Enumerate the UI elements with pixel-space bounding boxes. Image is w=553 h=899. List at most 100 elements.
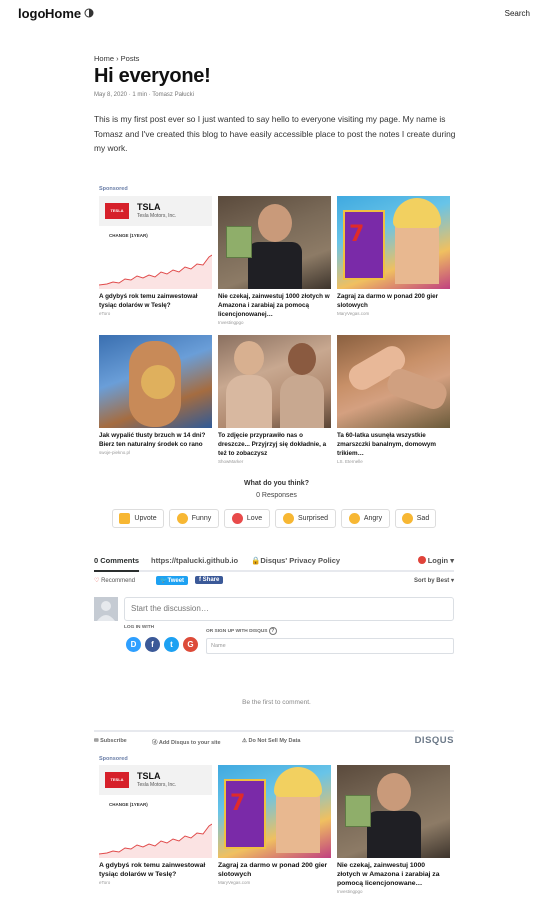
sad-face-icon xyxy=(401,513,413,524)
breadcrumb[interactable]: Home › Posts xyxy=(94,54,139,63)
site-logo[interactable]: logo xyxy=(18,6,45,21)
surprised-face-icon xyxy=(283,513,295,524)
ad-source: eToro xyxy=(99,311,111,316)
reaction-label: Angry xyxy=(363,515,383,522)
name-field[interactable]: Name xyxy=(206,638,454,654)
reaction-label: Love xyxy=(246,515,263,522)
sort-dropdown[interactable]: Sort by Best ▾ xyxy=(414,577,454,584)
signup-label: OR SIGN UP WITH DISQUS xyxy=(206,629,268,634)
nav-home-link[interactable]: Home xyxy=(45,6,81,21)
change-label: CHANGE (1YEAR) xyxy=(109,802,148,807)
ad-card[interactable]: Nie czekaj, zainwestuj 1000 złotych w Am… xyxy=(218,196,331,325)
share-button[interactable]: f Share xyxy=(195,576,224,584)
disqus-actions: ♡ Recommend 🐦Tweet f Share Sort by Best … xyxy=(94,576,454,588)
ticker-symbol: TSLA xyxy=(137,771,161,781)
ad-title[interactable]: Zagraj za darmo w ponad 200 gier slotowy… xyxy=(218,861,331,879)
stock-chart-icon xyxy=(99,823,212,858)
ad-title[interactable]: Ta 60-latka usunęła wszystkie zmarszczki… xyxy=(337,431,450,458)
top-nav: logo Home Search xyxy=(0,0,553,28)
ad-image-two-women[interactable] xyxy=(218,335,331,428)
facebook-login-icon[interactable]: f xyxy=(145,637,160,652)
login-button[interactable]: Login ▾ xyxy=(417,556,454,565)
tweet-button[interactable]: 🐦Tweet xyxy=(156,576,189,585)
ad-card[interactable]: Nie czekaj, zainwestuj 1000 złotych w Am… xyxy=(337,765,450,894)
thumbs-up-icon xyxy=(119,513,131,524)
company-name: Tesla Motors, Inc. xyxy=(137,782,177,788)
login-label: Login xyxy=(427,556,449,565)
ad-title[interactable]: A gdybyś rok temu zainwestował tysiąc do… xyxy=(99,292,212,310)
add-disqus-link[interactable]: ⓓ Add Disqus to your site xyxy=(152,738,221,746)
help-icon[interactable]: ? xyxy=(268,627,277,635)
google-login-icon[interactable]: G xyxy=(183,637,198,652)
subscribe-label: Subscribe xyxy=(100,738,127,744)
reaction-surprised[interactable]: Surprised xyxy=(275,509,336,528)
recommend-button[interactable]: ♡ Recommend xyxy=(94,577,135,584)
tesla-header: TESLA TSLA Tesla Motors, Inc. xyxy=(99,765,212,795)
user-silhouette-icon xyxy=(97,601,115,621)
reaction-sad[interactable]: Sad xyxy=(395,509,436,528)
reaction-label: Surprised xyxy=(298,515,328,522)
ad-card[interactable]: To zdjęcie przyprawiło nas o dreszcze...… xyxy=(218,335,331,464)
disqus-footer: ✉ Subscribe ⓓ Add Disqus to your site ⚠ … xyxy=(94,730,454,748)
post-meta: May 8, 2020 · 1 min · Tomasz Pałucki xyxy=(94,92,194,98)
laughing-face-icon xyxy=(176,513,188,524)
page-title: Hi everyone! xyxy=(94,65,211,87)
ad-image-slot-game[interactable]: 7 xyxy=(218,765,331,858)
company-name: Tesla Motors, Inc. xyxy=(137,213,177,219)
tesla-logo: TESLA xyxy=(105,772,129,788)
ad-source: Investingpgo xyxy=(337,889,363,894)
ad-image-tesla-chart[interactable]: TESLA TSLA Tesla Motors, Inc. CHANGE (1Y… xyxy=(99,196,212,289)
sponsored-label: Sponsored xyxy=(99,186,128,192)
ticker-symbol: TSLA xyxy=(137,202,161,212)
subscribe-link[interactable]: ✉ Subscribe xyxy=(94,738,127,744)
ad-image-man-with-cash[interactable] xyxy=(337,765,450,858)
ad-card[interactable]: Ta 60-latka usunęła wszystkie zmarszczki… xyxy=(337,335,450,464)
disqus-d-icon: ⓓ xyxy=(152,740,159,746)
tab-site[interactable]: https://tpalucki.github.io xyxy=(151,556,238,565)
half-moon-icon[interactable] xyxy=(84,8,94,18)
reaction-angry[interactable]: Angry xyxy=(341,509,390,528)
reaction-funny[interactable]: Funny xyxy=(169,509,219,528)
do-not-sell-link[interactable]: ⚠ Do Not Sell My Data xyxy=(242,738,300,744)
reaction-love[interactable]: Love xyxy=(224,509,270,528)
ad-title[interactable]: Nie czekaj, zainwestuj 1000 złotych w Am… xyxy=(218,292,331,319)
twitter-login-icon[interactable]: t xyxy=(164,637,179,652)
comment-input[interactable]: Start the discussion… xyxy=(124,597,454,621)
ad-image-belly-illustration[interactable] xyxy=(99,335,212,428)
ad-image-slot-game[interactable]: 7 xyxy=(337,196,450,289)
ad-card[interactable]: TESLA TSLA Tesla Motors, Inc. CHANGE (1Y… xyxy=(99,765,212,885)
ad-source: MaryVegas.com xyxy=(337,311,370,316)
ad-title[interactable]: Zagraj za darmo w ponad 200 gier slotowy… xyxy=(337,292,450,310)
empty-comments-message: Be the first to comment. xyxy=(242,699,311,706)
ad-source: LS. Eternelle xyxy=(337,459,363,464)
login-with-label: LOG IN WITH xyxy=(124,625,155,630)
add-disqus-label: Add Disqus to your site xyxy=(158,740,221,746)
avatar xyxy=(94,597,118,621)
ad-card[interactable]: Jak wypalić tłusty brzuch w 14 dni? Bier… xyxy=(99,335,212,455)
tesla-logo: TESLA xyxy=(105,203,129,219)
ad-title[interactable]: Nie czekaj, zainwestuj 1000 złotych w Am… xyxy=(337,861,450,888)
privacy-label: Disqus' Privacy Policy xyxy=(260,556,341,565)
post-body: This is my first post ever so I just wan… xyxy=(94,114,456,153)
ad-card[interactable]: 7 Zagraj za darmo w ponad 200 gier sloto… xyxy=(337,196,450,316)
nav-search-link[interactable]: Search xyxy=(505,9,530,18)
tab-comments[interactable]: 0 Comments xyxy=(94,556,140,572)
ad-image-man-with-cash[interactable] xyxy=(218,196,331,289)
ad-title[interactable]: To zdjęcie przyprawiło nas o dreszcze...… xyxy=(218,431,331,458)
reaction-upvote[interactable]: Upvote xyxy=(112,509,164,528)
ad-card[interactable]: TESLA TSLA Tesla Motors, Inc. CHANGE (1Y… xyxy=(99,196,212,316)
ad-source: eToro xyxy=(99,880,111,885)
angry-face-icon xyxy=(348,513,360,524)
ad-title[interactable]: A gdybyś rok temu zainwestował tysiąc do… xyxy=(99,861,212,879)
ad-image-tesla-chart[interactable]: TESLA TSLA Tesla Motors, Inc. CHANGE (1Y… xyxy=(99,765,212,858)
recommend-label: Recommend xyxy=(101,578,136,584)
chevron-down-icon: ▾ xyxy=(450,556,454,565)
ad-card[interactable]: 7 Zagraj za darmo w ponad 200 gier sloto… xyxy=(218,765,331,885)
ad-image-hands[interactable] xyxy=(337,335,450,428)
disqus-login-icon[interactable]: D xyxy=(126,637,141,652)
privacy-link[interactable]: 🔒Disqus' Privacy Policy xyxy=(251,556,340,565)
social-letter: f xyxy=(151,640,154,649)
signup-with-label: OR SIGN UP WITH DISQUS ? xyxy=(206,627,277,635)
ad-title[interactable]: Jak wypalić tłusty brzuch w 14 dni? Bier… xyxy=(99,431,212,449)
disqus-logo[interactable]: DISQUS xyxy=(415,735,454,746)
